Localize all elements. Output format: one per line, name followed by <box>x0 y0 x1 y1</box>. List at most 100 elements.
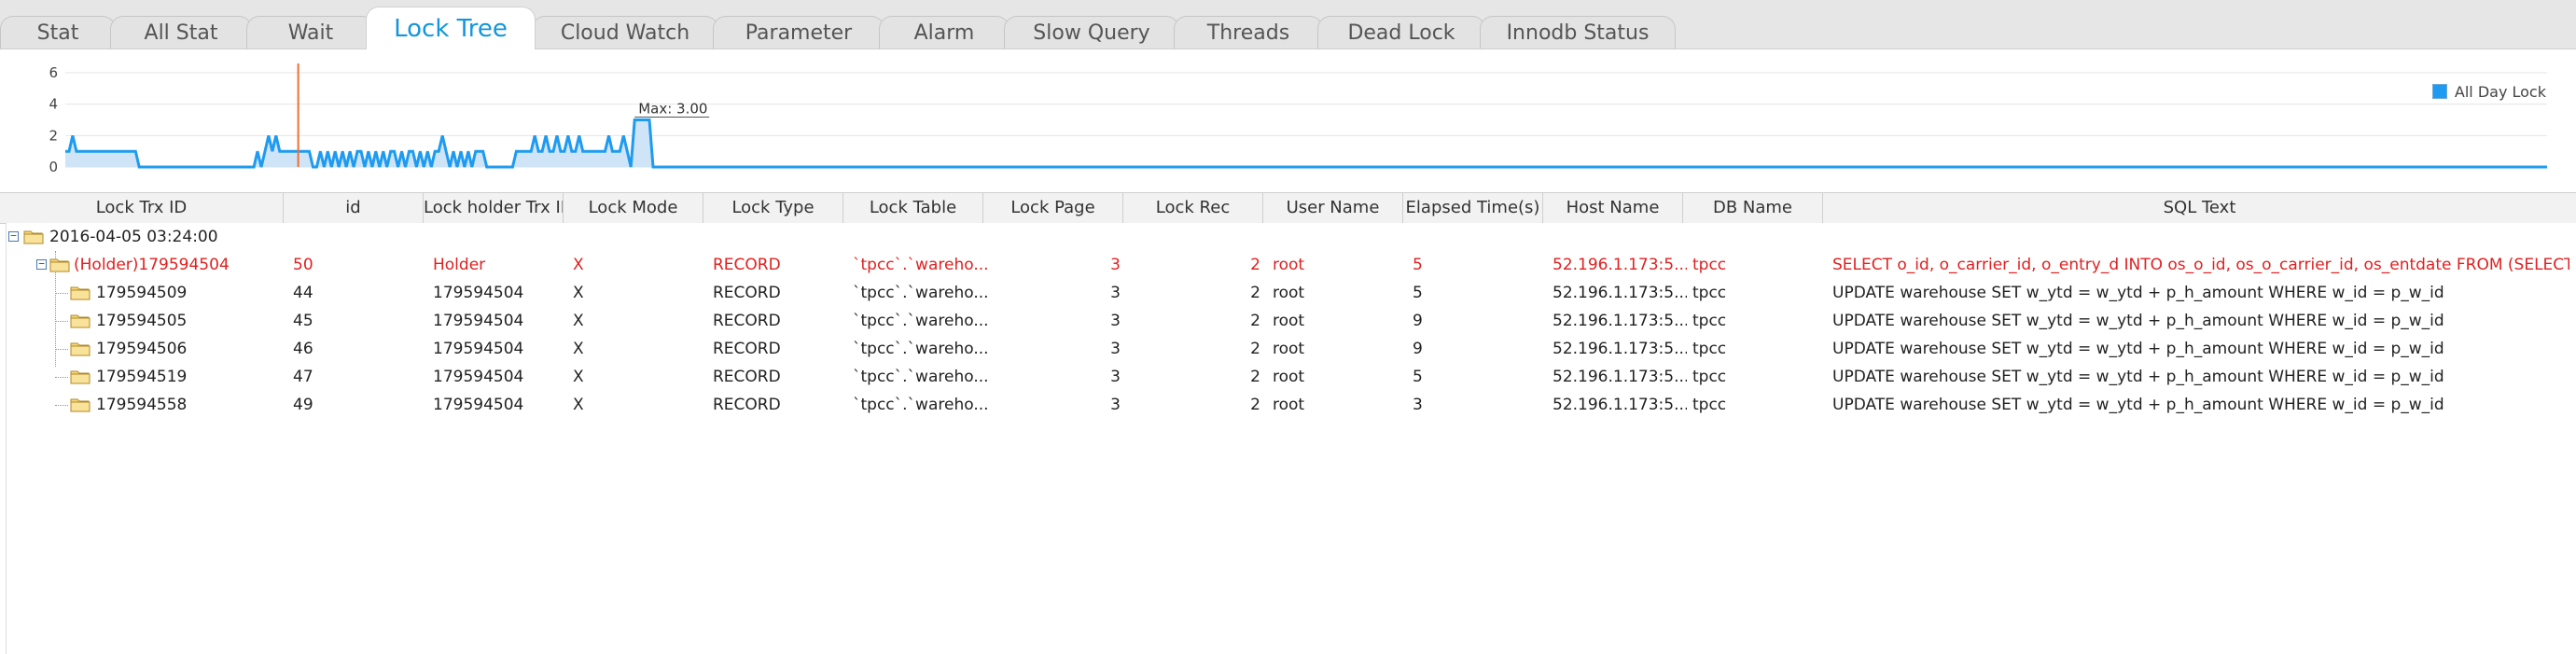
cell-lock-type: RECORD <box>713 312 781 330</box>
cell-db-name: tpcc <box>1692 312 1727 330</box>
tab-all-stat[interactable]: All Stat <box>110 16 252 49</box>
cell-sql-text: UPDATE warehouse SET w_ytd = w_ytd + p_h… <box>1832 368 2444 386</box>
cell-lock-rec: 2 <box>1250 256 1260 274</box>
col-header-sql-text[interactable]: SQL Text <box>1823 193 2576 223</box>
cell-user-name: root <box>1273 256 1305 274</box>
cell-lock-holder: Holder <box>433 256 486 274</box>
lock-chart: 0 2 4 6 Max: 3.00 All Day Lock <box>0 49 2576 193</box>
table-row-holder[interactable]: − (Holder)179594504 50 Holder X RECORD `… <box>7 251 2576 279</box>
cell-lock-page: 3 <box>1110 396 1121 414</box>
table-row[interactable]: 179594505 45 179594504 X RECORD `tpcc`.`… <box>7 307 2576 335</box>
tab-lock-tree[interactable]: Lock Tree <box>366 7 536 49</box>
cell-host-name: 52.196.1.173:5... <box>1553 312 1687 330</box>
cell-lock-table: `tpcc`.`wareho... <box>853 340 987 358</box>
chart-area-fill <box>65 119 2547 167</box>
cell-lock-trx-id: 179594505 <box>96 312 188 330</box>
tab-innodb-status[interactable]: Innodb Status <box>1480 16 1676 49</box>
y-tick-label: 2 <box>49 127 58 144</box>
cell-elapsed-time: 5 <box>1413 284 1423 302</box>
col-header-lock-type[interactable]: Lock Type <box>703 193 843 223</box>
cell-lock-table: `tpcc`.`wareho... <box>853 368 987 386</box>
cell-lock-trx-id: (Holder)179594504 <box>74 256 230 274</box>
cell-host-name: 52.196.1.173:5... <box>1553 284 1687 302</box>
col-header-lock-rec[interactable]: Lock Rec <box>1123 193 1263 223</box>
tab-wait[interactable]: Wait <box>246 16 375 49</box>
cell-sql-text: UPDATE warehouse SET w_ytd = w_ytd + p_h… <box>1832 284 2444 302</box>
cell-lock-holder: 179594504 <box>433 396 524 414</box>
tab-stat[interactable]: Stat <box>0 16 116 49</box>
cell-lock-page: 3 <box>1110 284 1121 302</box>
cell-lock-rec: 2 <box>1250 368 1260 386</box>
folder-icon <box>70 370 91 384</box>
group-label: 2016-04-05 03:24:00 <box>49 228 218 246</box>
y-tick-label: 4 <box>49 96 58 113</box>
folder-icon <box>49 258 70 272</box>
lock-chart-svg: 0 2 4 6 Max: 3.00 <box>49 63 2547 175</box>
grid-header: Lock Trx ID id Lock holder Trx ID Lock M… <box>0 192 2576 224</box>
cell-host-name: 52.196.1.173:5... <box>1553 256 1687 274</box>
collapse-toggle-icon[interactable]: − <box>8 230 19 242</box>
collapse-toggle-icon[interactable]: − <box>36 258 47 270</box>
y-tick-label: 6 <box>49 64 58 81</box>
cell-sql-text: UPDATE warehouse SET w_ytd = w_ytd + p_h… <box>1832 396 2444 414</box>
chart-legend[interactable]: All Day Lock <box>2431 81 2546 102</box>
col-header-id[interactable]: id <box>284 193 424 223</box>
cell-lock-mode: X <box>573 312 584 330</box>
cell-lock-type: RECORD <box>713 256 781 274</box>
cell-lock-holder: 179594504 <box>433 368 524 386</box>
cell-elapsed-time: 5 <box>1413 368 1423 386</box>
col-header-lock-holder-trx-id[interactable]: Lock holder Trx ID <box>424 193 564 223</box>
cell-lock-trx-id: 179594558 <box>96 396 188 414</box>
cell-lock-rec: 2 <box>1250 284 1260 302</box>
tab-parameter[interactable]: Parameter <box>713 16 884 49</box>
cell-db-name: tpcc <box>1692 284 1727 302</box>
table-row[interactable]: 179594558 49 179594504 X RECORD `tpcc`.`… <box>7 391 2576 419</box>
col-header-lock-table[interactable]: Lock Table <box>843 193 983 223</box>
cell-lock-type: RECORD <box>713 340 781 358</box>
tab-cloud-watch[interactable]: Cloud Watch <box>532 16 718 49</box>
cell-elapsed-time: 9 <box>1413 312 1423 330</box>
cell-user-name: root <box>1273 340 1305 358</box>
cell-user-name: root <box>1273 312 1305 330</box>
col-header-host-name[interactable]: Host Name <box>1543 193 1683 223</box>
cell-elapsed-time: 5 <box>1413 256 1423 274</box>
max-label: Max: 3.00 <box>638 101 707 118</box>
cell-lock-holder: 179594504 <box>433 284 524 302</box>
legend-swatch-icon <box>2431 84 2447 99</box>
cell-id: 49 <box>293 396 313 414</box>
cell-lock-trx-id: 179594519 <box>96 368 188 386</box>
folder-icon <box>70 286 91 300</box>
cell-id: 45 <box>293 312 313 330</box>
col-header-user-name[interactable]: User Name <box>1263 193 1403 223</box>
col-header-lock-mode[interactable]: Lock Mode <box>564 193 703 223</box>
col-header-lock-page[interactable]: Lock Page <box>983 193 1123 223</box>
cell-user-name: root <box>1273 284 1305 302</box>
cell-lock-rec: 2 <box>1250 396 1260 414</box>
tab-alarm[interactable]: Alarm <box>879 16 1010 49</box>
col-header-db-name[interactable]: DB Name <box>1683 193 1823 223</box>
cell-lock-mode: X <box>573 340 584 358</box>
cell-sql-text: SELECT o_id, o_carrier_id, o_entry_d INT… <box>1832 256 2569 274</box>
cell-user-name: root <box>1273 368 1305 386</box>
cell-db-name: tpcc <box>1692 368 1727 386</box>
cell-lock-mode: X <box>573 368 584 386</box>
cell-elapsed-time: 9 <box>1413 340 1423 358</box>
cell-lock-page: 3 <box>1110 312 1121 330</box>
cell-sql-text: UPDATE warehouse SET w_ytd = w_ytd + p_h… <box>1832 340 2444 358</box>
tree-group-row[interactable]: − 2016-04-05 03:24:00 <box>7 223 2576 251</box>
cell-db-name: tpcc <box>1692 256 1727 274</box>
cell-host-name: 52.196.1.173:5... <box>1553 340 1687 358</box>
tab-slow-query[interactable]: Slow Query <box>1004 16 1179 49</box>
table-row[interactable]: 179594506 46 179594504 X RECORD `tpcc`.`… <box>7 335 2576 363</box>
col-header-elapsed-time[interactable]: Elapsed Time(s) <box>1403 193 1543 223</box>
tab-dead-lock[interactable]: Dead Lock <box>1317 16 1485 49</box>
col-header-lock-trx-id[interactable]: Lock Trx ID <box>0 193 284 223</box>
cell-db-name: tpcc <box>1692 340 1727 358</box>
table-row[interactable]: 179594509 44 179594504 X RECORD `tpcc`.`… <box>7 279 2576 307</box>
cell-user-name: root <box>1273 396 1305 414</box>
cell-lock-mode: X <box>573 396 584 414</box>
tab-threads[interactable]: Threads <box>1174 16 1323 49</box>
cell-lock-type: RECORD <box>713 368 781 386</box>
folder-icon <box>70 314 91 328</box>
table-row[interactable]: 179594519 47 179594504 X RECORD `tpcc`.`… <box>7 363 2576 391</box>
